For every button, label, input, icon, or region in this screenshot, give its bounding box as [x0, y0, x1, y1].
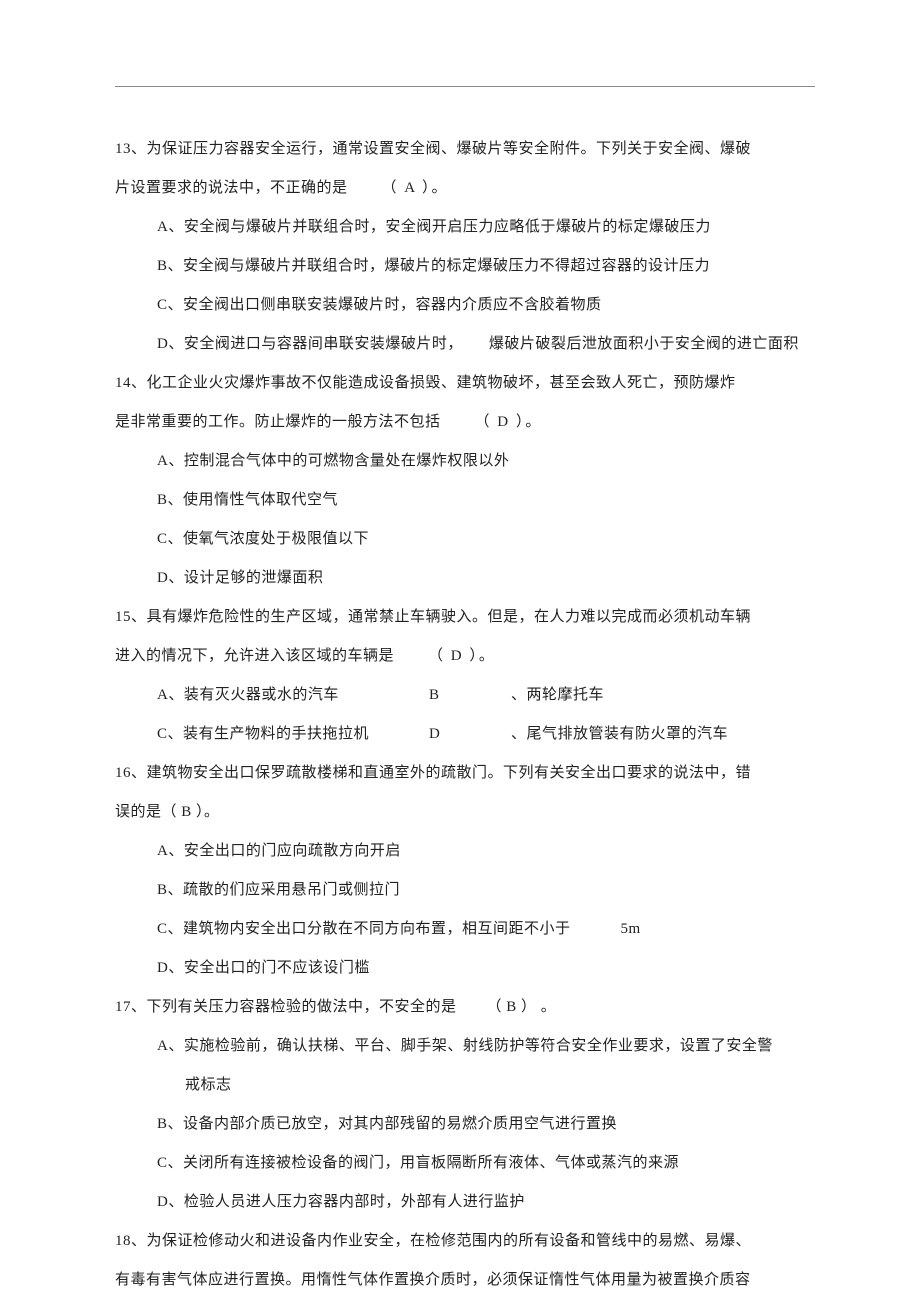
- q16-stem-line1: 16、建筑物安全出口保罗疏散楼梯和直通室外的疏散门。下列有关安全出口要求的说法中…: [115, 754, 805, 793]
- q17-option-a-line1: A、实施检验前，确认扶梯、平台、脚手架、射线防护等符合安全作业要求，设置了安全警: [115, 1027, 805, 1066]
- q16-option-a: A、安全出口的门应向疏散方向开启: [115, 832, 805, 871]
- q13-option-c: C、安全阀出口侧串联安装爆破片时，容器内介质应不含胶着物质: [115, 286, 805, 325]
- q16-option-c-text: C、建筑物内安全出口分散在不同方向布置，相互间距不小于: [157, 921, 571, 937]
- q13-stem-line1: 13、为保证压力容器安全运行，通常设置安全阀、爆破片等安全附件。下列关于安全阀、…: [115, 130, 805, 169]
- q16-option-b: B、疏散的们应采用悬吊门或侧拉门: [115, 871, 805, 910]
- q15-stem-line2: 进入的情况下，允许进入该区域的车辆是 （ D ）。: [115, 637, 805, 676]
- q17-stem: 17、下列有关压力容器检验的做法中，不安全的是 （ B ） 。: [115, 988, 805, 1027]
- q15-option-d-text: 、尾气排放管装有防火罩的汽车: [511, 715, 728, 754]
- q14-option-a: A、控制混合气体中的可燃物含量处在爆炸权限以外: [115, 442, 805, 481]
- q16-stem-line2: 误的是（ B ）。: [115, 793, 805, 832]
- q14-option-c: C、使氧气浓度处于极限值以下: [115, 520, 805, 559]
- q14-answer: （ D ）。: [475, 414, 543, 430]
- q13-stem-text: 片设置要求的说法中，不正确的是: [115, 180, 348, 196]
- q15-row-ab: A、装有灭火器或水的汽车 B 、两轮摩托车: [115, 676, 805, 715]
- q14-option-d: D、设计足够的泄爆面积: [115, 559, 805, 598]
- q17-answer: （ B ） 。: [487, 999, 557, 1015]
- document-body: 13、为保证压力容器安全运行，通常设置安全阀、爆破片等安全附件。下列关于安全阀、…: [115, 90, 805, 1300]
- q13-option-d: D、安全阀进口与容器间串联安装爆破片时， 爆破片破裂后泄放面积小于安全阀的进亡面积: [115, 325, 805, 364]
- q15-option-b-text: 、两轮摩托车: [511, 676, 604, 715]
- q18-stem-line2: 有毒有害气体应进行置换。用惰性气体作置换介质时，必须保证惰性气体用量为被置换介质…: [115, 1261, 805, 1300]
- q13-option-b: B、安全阀与爆破片并联组合时，爆破片的标定爆破压力不得超过容器的设计压力: [115, 247, 805, 286]
- q15-stem-text: 进入的情况下，允许进入该区域的车辆是: [115, 648, 394, 664]
- q15-row-cd: C、装有生产物料的手扶拖拉机 D 、尾气排放管装有防火罩的汽车: [115, 715, 805, 754]
- q14-stem-text: 是非常重要的工作。防止爆炸的一般方法不包括: [115, 414, 441, 430]
- q14-stem-line1: 14、化工企业火灾爆炸事故不仅能造成设备损毁、建筑物破坏，甚至会致人死亡，预防爆…: [115, 364, 805, 403]
- q18-stem-line1: 18、为保证检修动火和进设备内作业安全，在检修范围内的所有设备和管线中的易燃、易…: [115, 1222, 805, 1261]
- q15-option-c: C、装有生产物料的手扶拖拉机: [157, 715, 429, 754]
- q14-option-b: B、使用惰性气体取代空气: [115, 481, 805, 520]
- q15-option-b-label: B: [429, 676, 511, 715]
- q16-option-c: C、建筑物内安全出口分散在不同方向布置，相互间距不小于 5m: [115, 910, 805, 949]
- header-rule: [115, 86, 815, 87]
- q15-option-d-label: D: [429, 715, 511, 754]
- q13-option-d-part2: 爆破片破裂后泄放面积小于安全阀的进亡面积: [489, 336, 799, 352]
- q14-stem-line2: 是非常重要的工作。防止爆炸的一般方法不包括 （ D ）。: [115, 403, 805, 442]
- q15-option-a: A、装有灭火器或水的汽车: [157, 676, 429, 715]
- q17-option-c: C、关闭所有连接被检设备的阀门，用盲板隔断所有液体、气体或蒸汽的来源: [115, 1144, 805, 1183]
- q16-option-d: D、安全出口的门不应该设门槛: [115, 949, 805, 988]
- q17-option-b: B、设备内部介质已放空，对其内部残留的易燃介质用空气进行置换: [115, 1105, 805, 1144]
- q13-answer: （ A ）。: [382, 180, 449, 196]
- q17-option-a-line2: 戒标志: [115, 1066, 805, 1105]
- q13-option-a: A、安全阀与爆破片并联组合时，安全阀开启压力应略低于爆破片的标定爆破压力: [115, 208, 805, 247]
- q15-answer: （ D ）。: [428, 648, 496, 664]
- q13-option-d-part1: D、安全阀进口与容器间串联安装爆破片时，: [157, 336, 463, 352]
- q13-stem-line2: 片设置要求的说法中，不正确的是 （ A ）。: [115, 169, 805, 208]
- q17-option-d: D、检验人员进人压力容器内部时，外部有人进行监护: [115, 1183, 805, 1222]
- q16-option-c-value: 5m: [621, 921, 641, 937]
- q15-stem-line1: 15、具有爆炸危险性的生产区域，通常禁止车辆驶入。但是，在人力难以完成而必须机动…: [115, 598, 805, 637]
- q17-stem-text: 17、下列有关压力容器检验的做法中，不安全的是: [115, 999, 457, 1015]
